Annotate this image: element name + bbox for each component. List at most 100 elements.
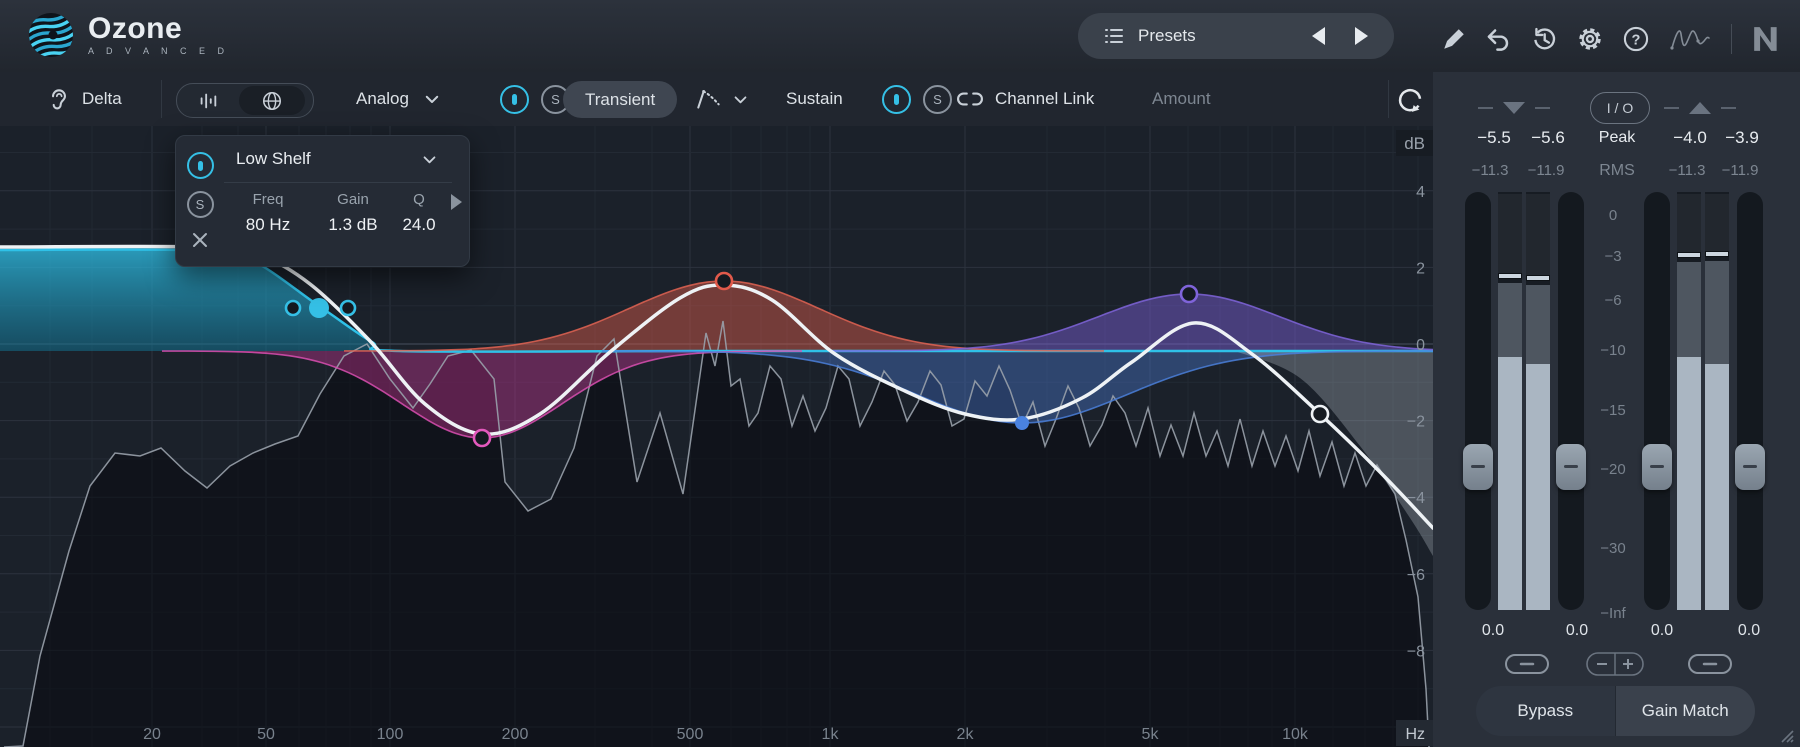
input-rms-left: −11.3 [1471, 162, 1509, 179]
trim-minus-plus-button[interactable] [1585, 651, 1645, 677]
input-trim-left[interactable]: 0.0 [1463, 622, 1523, 640]
output-gain-indicator[interactable] [1664, 102, 1736, 114]
node-shelf-main[interactable] [309, 298, 329, 318]
amount-label: Amount [1152, 89, 1211, 108]
preset-next-button[interactable] [1355, 27, 1368, 45]
delete-band-icon[interactable] [190, 230, 210, 250]
eq-toolbar: Delta Analog S Transient Sustain S Chann… [0, 72, 1434, 183]
tab-transient[interactable]: Transient [563, 81, 678, 118]
edit-pencil-icon[interactable] [1441, 26, 1467, 52]
sustain-solo-button[interactable]: S [923, 84, 952, 114]
input-link-button[interactable] [1504, 652, 1550, 676]
node-band-red[interactable] [714, 271, 734, 291]
input-fader-left[interactable] [1463, 192, 1493, 610]
gain-value[interactable]: 1.3 dB [312, 215, 394, 235]
input-fader-right-handle[interactable] [1556, 444, 1586, 490]
band-view-toggle[interactable] [177, 90, 239, 112]
meter-rms-fill [1498, 357, 1522, 610]
node-band-purple[interactable] [1179, 284, 1199, 304]
input-peak-right: −5.6 [1531, 128, 1565, 147]
input-fader-left-handle[interactable] [1463, 444, 1493, 490]
input-meter-left [1498, 192, 1522, 610]
eq-display[interactable]: dB 4 2 0 −2 −4 −6 −8 20 50 100 200 500 1k 2k 5k 10k Hz S … [0, 126, 1434, 747]
meter-rms-fill [1526, 364, 1550, 610]
output-meter-left [1677, 192, 1701, 610]
peak-label: Peak [1598, 129, 1636, 146]
sustain-label: Sustain [786, 89, 843, 108]
gain-match-button[interactable]: Gain Match [1615, 686, 1755, 736]
meter-rms-fill [1705, 364, 1729, 610]
output-rms-left: −11.3 [1668, 162, 1706, 179]
delta-button[interactable]: Delta [46, 72, 122, 126]
eq-bands-icon [200, 93, 217, 108]
preset-previous-button[interactable] [1312, 27, 1325, 45]
chevron-down-icon [734, 95, 747, 103]
global-view-toggle[interactable] [239, 86, 305, 115]
db-tick-label: −6 [1407, 567, 1425, 584]
output-peak-left: −4.0 [1673, 128, 1707, 147]
meter-scale-label: −15 [1600, 402, 1626, 419]
envelope-curve-icon [697, 90, 720, 109]
filter-type-select[interactable]: Low Shelf [224, 136, 452, 183]
chevron-down-icon [425, 95, 439, 103]
freq-tick-label: 100 [377, 726, 404, 743]
gain-field[interactable]: Gain 1.3 dB [312, 191, 394, 235]
channel-link-control[interactable]: Channel Link [953, 72, 1094, 126]
toolbar-divider [161, 80, 162, 118]
input-fader-right[interactable] [1556, 192, 1586, 610]
top-bar: Ozone A D V A N C E D Presets ? [0, 0, 1800, 73]
io-button[interactable]: I / O [1590, 92, 1650, 124]
output-fader-right-handle[interactable] [1735, 444, 1765, 490]
chevron-down-icon [423, 155, 436, 163]
bypass-button[interactable]: Bypass [1476, 686, 1616, 736]
input-gain-indicator[interactable] [1478, 102, 1550, 114]
eq-mode-select[interactable]: Analog [356, 72, 441, 126]
resize-handle[interactable] [1776, 725, 1794, 743]
svg-text:?: ? [1632, 32, 1641, 48]
input-rms-right: −11.9 [1527, 162, 1565, 179]
sustain-power-button[interactable] [882, 84, 911, 114]
help-icon[interactable]: ? [1622, 25, 1650, 53]
q-field[interactable]: Q 24.0 [394, 191, 444, 235]
presets-selector[interactable]: Presets [1078, 13, 1394, 59]
toolbar-divider [1388, 80, 1389, 118]
output-trim-left[interactable]: 0.0 [1632, 622, 1692, 640]
output-fader-left-handle[interactable] [1642, 444, 1672, 490]
meter-rms-fill [1677, 357, 1701, 610]
band-power-button[interactable] [186, 152, 214, 179]
node-shelf-q-right[interactable] [339, 299, 357, 317]
meter-peak-hold [1498, 273, 1522, 279]
transient-power-button[interactable] [500, 84, 529, 114]
solo-glyph: S [933, 91, 942, 107]
output-peak-right: −3.9 [1725, 128, 1759, 147]
delta-label: Delta [82, 89, 122, 108]
freq-unit-label: Hz [1405, 726, 1425, 743]
node-band-white[interactable] [1310, 404, 1330, 424]
signature-scribble-icon[interactable] [1668, 22, 1712, 56]
output-fader-right[interactable] [1735, 192, 1765, 610]
node-band-blue[interactable] [1015, 416, 1029, 430]
output-link-button[interactable] [1687, 652, 1733, 676]
freq-field[interactable]: Freq 80 Hz [224, 191, 312, 235]
transient-sustain-mode[interactable] [694, 72, 749, 126]
band-bell-red-fill [344, 281, 1104, 351]
db-tick-label: 0 [1416, 337, 1425, 354]
eq-view-toggle[interactable] [176, 83, 314, 118]
input-trim-right[interactable]: 0.0 [1547, 622, 1607, 640]
loop-listen-icon[interactable] [1395, 85, 1425, 115]
tab-sustain[interactable]: Sustain [786, 72, 843, 126]
ni-logo[interactable] [1751, 26, 1781, 52]
freq-tick-label: 500 [677, 726, 704, 743]
q-value[interactable]: 24.0 [394, 215, 444, 235]
node-shelf-q-left[interactable] [284, 299, 302, 317]
freq-value[interactable]: 80 Hz [224, 215, 312, 235]
popup-expand-arrow[interactable] [451, 194, 462, 210]
output-trim-right[interactable]: 0.0 [1719, 622, 1779, 640]
settings-gear-icon[interactable] [1576, 25, 1604, 53]
history-icon[interactable] [1530, 25, 1558, 53]
band-solo-button[interactable]: S [186, 191, 214, 218]
undo-icon[interactable] [1485, 26, 1512, 53]
node-band-magenta[interactable] [472, 428, 492, 448]
brand: Ozone A D V A N C E D [26, 10, 229, 60]
output-fader-left[interactable] [1642, 192, 1672, 610]
